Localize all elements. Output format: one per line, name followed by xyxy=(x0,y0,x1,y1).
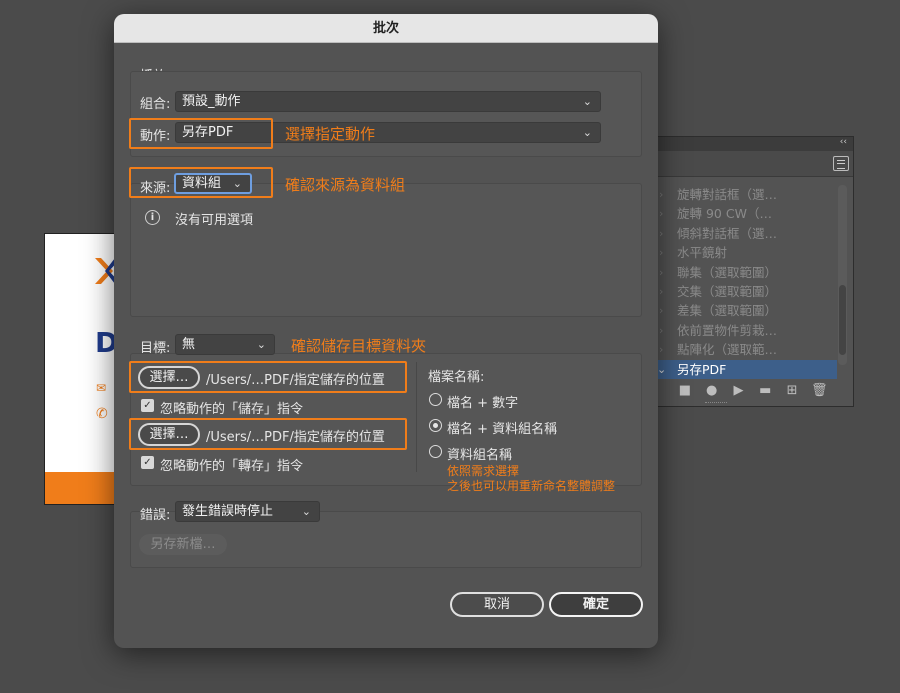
panel-menu-icon[interactable] xyxy=(833,156,849,171)
ignore-export-checkbox[interactable]: ✓ xyxy=(141,456,154,469)
radio-filename-number-label: 檔名 + 數字 xyxy=(447,396,519,411)
chevron-right-icon: › xyxy=(659,284,664,298)
chevron-right-icon: › xyxy=(659,265,664,279)
folder-icon[interactable]: ▬ xyxy=(757,383,773,398)
chevron-right-icon: › xyxy=(659,226,664,240)
divider xyxy=(416,362,417,472)
new-action-icon[interactable]: ⊞ xyxy=(784,383,800,398)
chevron-down-icon: ⌄ xyxy=(301,505,311,518)
action-highlight xyxy=(129,118,273,149)
action-item[interactable]: › 點陣化（選取範… xyxy=(657,340,837,359)
chevron-right-icon: › xyxy=(659,207,664,221)
error-label: 錯誤: xyxy=(140,508,171,523)
source-annotation: 確認來源為資料組 xyxy=(285,176,406,194)
chevron-right-icon: › xyxy=(659,343,664,357)
action-item[interactable]: › 依前置物件剪栽… xyxy=(657,321,837,340)
action-item[interactable]: › 旋轉 90 CW（… xyxy=(657,204,837,223)
chevron-right-icon: › xyxy=(659,188,664,201)
set-select[interactable]: 預設_動作 ⌄ xyxy=(175,91,601,112)
filename-annotation-line1: 依照需求選擇 xyxy=(447,464,520,478)
document-footer-band xyxy=(45,472,123,504)
export-folder-highlight xyxy=(129,418,407,450)
dialog-title: 批次 xyxy=(114,14,658,43)
source-group xyxy=(130,183,642,317)
resize-grip[interactable] xyxy=(705,402,727,405)
play-icon[interactable]: ▶ xyxy=(731,383,747,398)
stop-icon[interactable]: ■ xyxy=(677,383,693,398)
cancel-button[interactable]: 取消 xyxy=(450,592,544,617)
background-document: D ✉ ✆ xyxy=(44,233,124,505)
batch-dialog: 批次 播放 組合: 預設_動作⌄ 動作: 另存PDF⌄ 選擇指定動作 來源: 資… xyxy=(114,14,658,648)
radio-filename-dataset[interactable] xyxy=(429,419,442,432)
chevron-right-icon: › xyxy=(659,246,664,260)
chevron-down-icon: ⌄ xyxy=(256,338,266,351)
ignore-save-checkbox[interactable]: ✓ xyxy=(141,399,154,412)
chevron-down-icon: ⌄ xyxy=(657,362,667,376)
radio-dataset-name-label: 資料組名稱 xyxy=(447,448,513,463)
radio-filename-number[interactable] xyxy=(429,393,442,406)
trash-icon[interactable]: 🗑 xyxy=(811,383,828,398)
action-item[interactable]: › 傾斜對話框（選… xyxy=(657,224,837,243)
action-item[interactable]: › 水平鏡射 xyxy=(657,243,837,262)
collapse-panel-icon[interactable]: ‹‹ xyxy=(840,137,847,147)
dest-select[interactable]: 無 ⌄ xyxy=(175,334,275,355)
actions-toolbar: ■ ● ▶ ▬ ⊞ 🗑 xyxy=(677,380,828,400)
set-label: 組合: xyxy=(140,97,171,112)
chevron-down-icon: ⌄ xyxy=(582,95,592,108)
dest-label: 目標: xyxy=(140,341,171,356)
action-item[interactable]: › 聯集（選取範圍） xyxy=(657,263,837,282)
action-item[interactable]: › 差集（選取範圍） xyxy=(657,301,837,320)
filename-heading: 檔案名稱: xyxy=(428,370,485,385)
save-folder-highlight xyxy=(129,361,407,393)
no-options-text: 沒有可用選項 xyxy=(175,213,254,228)
chevron-right-icon: › xyxy=(659,304,664,318)
dest-annotation: 確認儲存目標資料夾 xyxy=(291,337,427,355)
action-item[interactable]: › 交集（選取範圍） xyxy=(657,282,837,301)
source-highlight xyxy=(129,167,273,198)
save-as-button[interactable]: 另存新檔… xyxy=(139,534,227,555)
chevron-down-icon: ⌄ xyxy=(582,126,592,139)
phone-icon: ✆ xyxy=(96,406,108,422)
actions-scrollbar[interactable] xyxy=(838,185,847,365)
mail-icon: ✉ xyxy=(96,381,107,395)
actions-list: › 旋轉對話框（選… › 旋轉 90 CW（… › 傾斜對話框（選… › 水平鏡射 › 聯… xyxy=(653,185,837,379)
ok-button[interactable]: 確定 xyxy=(549,592,643,617)
scrollbar-thumb[interactable] xyxy=(839,285,846,355)
ignore-export-label: 忽略動作的「轉存」指令 xyxy=(160,459,304,474)
info-icon: i xyxy=(145,210,160,225)
record-icon[interactable]: ● xyxy=(704,383,720,398)
filename-annotation-line2: 之後也可以用重新命名整體調整 xyxy=(447,479,616,493)
action-item-selected[interactable]: ⌄ 另存PDF xyxy=(653,359,837,379)
action-item[interactable]: › 旋轉對話框（選… xyxy=(657,185,837,204)
action-annotation: 選擇指定動作 xyxy=(285,125,376,143)
error-select[interactable]: 發生錯誤時停止 ⌄ xyxy=(175,501,320,522)
radio-dataset-name[interactable] xyxy=(429,445,442,458)
ignore-save-label: 忽略動作的「儲存」指令 xyxy=(160,402,304,417)
radio-filename-dataset-label: 檔名 + 資料組名稱 xyxy=(447,422,558,437)
chevron-right-icon: › xyxy=(659,323,664,337)
